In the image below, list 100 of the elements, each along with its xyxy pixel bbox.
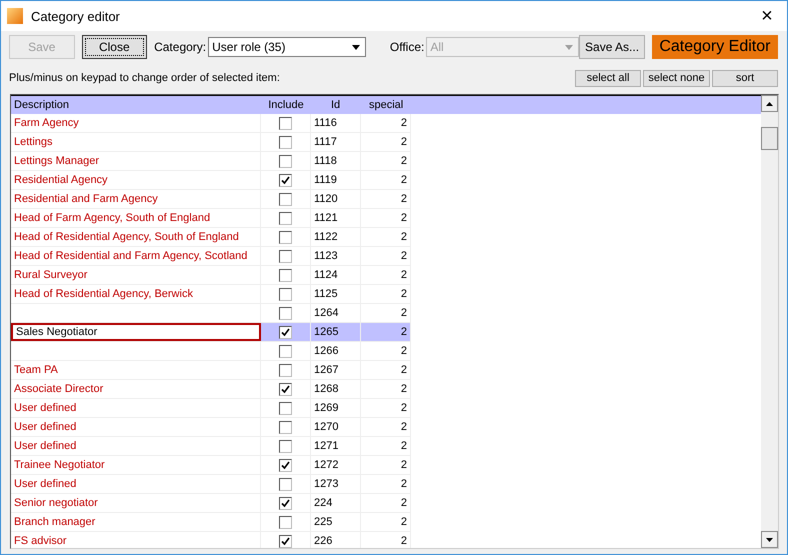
scroll-thumb[interactable] <box>761 127 778 150</box>
special-cell: 2 <box>361 171 411 189</box>
special-cell: 2 <box>361 323 411 341</box>
special-cell: 2 <box>361 532 411 548</box>
description-cell[interactable]: Head of Residential Agency, Berwick <box>11 285 261 303</box>
description-cell[interactable]: Lettings <box>11 133 261 151</box>
include-checkbox[interactable] <box>279 344 292 358</box>
scroll-up-icon[interactable] <box>761 95 778 112</box>
scroll-down-icon[interactable] <box>761 531 778 548</box>
id-cell: 1272 <box>311 456 361 474</box>
include-checkbox[interactable] <box>279 326 292 338</box>
description-cell[interactable]: User defined <box>11 399 261 417</box>
include-checkbox[interactable] <box>279 382 292 396</box>
include-checkbox[interactable] <box>279 212 292 224</box>
description-cell[interactable]: Head of Residential Agency, South of England <box>11 228 261 246</box>
special-cell: 2 <box>361 494 411 512</box>
include-checkbox[interactable] <box>279 174 292 186</box>
special-cell: 2 <box>361 475 411 493</box>
include-checkbox[interactable] <box>279 230 292 244</box>
description-cell[interactable]: Trainee Negotiator <box>11 456 261 474</box>
id-cell: 1271 <box>311 437 361 455</box>
include-checkbox[interactable] <box>279 516 292 528</box>
description-cell[interactable]: User defined <box>11 437 261 455</box>
description-cell[interactable]: Team PA <box>11 361 261 379</box>
description-cell[interactable]: User defined <box>11 418 261 436</box>
id-cell: 1120 <box>311 190 361 208</box>
include-checkbox[interactable] <box>279 250 292 262</box>
special-cell: 2 <box>361 209 411 227</box>
column-header[interactable]: Id <box>311 99 361 111</box>
include-checkbox[interactable] <box>279 116 292 130</box>
list-action-button[interactable]: sort <box>712 70 778 86</box>
include-checkbox[interactable] <box>279 458 292 472</box>
list-action-button[interactable]: select none <box>643 70 710 86</box>
include-checkbox[interactable] <box>279 306 292 320</box>
description-cell[interactable]: Residential Agency <box>11 171 261 189</box>
hint-text: Plus/minus on keypad to change order of selected item: <box>9 72 281 84</box>
special-cell: 2 <box>361 399 411 417</box>
description-cell[interactable]: Rural Surveyor <box>11 266 261 284</box>
id-cell: 1121 <box>311 209 361 227</box>
id-cell: 1265 <box>311 323 361 341</box>
description-cell[interactable]: FS advisor <box>11 532 261 548</box>
save-as-button[interactable]: Save As... <box>579 35 645 59</box>
special-cell: 2 <box>361 342 411 360</box>
close-button[interactable]: Close <box>82 35 148 59</box>
column-header[interactable]: special <box>361 99 411 111</box>
include-checkbox[interactable] <box>279 364 292 376</box>
description-cell[interactable]: Head of Farm Agency, South of England <box>11 209 261 227</box>
id-cell: 1125 <box>311 285 361 303</box>
include-checkbox[interactable] <box>279 496 292 510</box>
id-cell: 1273 <box>311 475 361 493</box>
id-cell: 1266 <box>311 342 361 360</box>
include-checkbox[interactable] <box>279 136 292 148</box>
id-cell: 1264 <box>311 304 361 322</box>
include-checkbox[interactable] <box>279 192 292 206</box>
special-cell: 2 <box>361 285 411 303</box>
category-dropdown[interactable]: User role (35) <box>208 37 366 57</box>
description-cell[interactable]: Farm Agency <box>11 114 261 132</box>
id-cell: 1119 <box>311 171 361 189</box>
id-cell: 1117 <box>311 133 361 151</box>
description-cell[interactable]: Associate Director <box>11 380 261 398</box>
special-cell: 2 <box>361 247 411 265</box>
column-header[interactable]: Description <box>11 99 261 111</box>
office-label: Office: <box>390 40 424 54</box>
description-cell[interactable]: Head of Residential and Farm Agency, Scotland <box>11 247 261 265</box>
include-checkbox[interactable] <box>279 154 292 168</box>
category-label: Category: <box>154 40 206 54</box>
id-cell: 1122 <box>311 228 361 246</box>
description-cell[interactable]: Residential and Farm Agency <box>11 190 261 208</box>
special-cell: 2 <box>361 304 411 322</box>
id-cell: 1270 <box>311 418 361 436</box>
description-cell[interactable]: Branch manager <box>11 513 261 531</box>
special-cell: 2 <box>361 190 411 208</box>
include-checkbox[interactable] <box>279 268 292 282</box>
id-cell: 225 <box>311 513 361 531</box>
description-cell[interactable]: Lettings Manager <box>11 152 261 170</box>
id-cell: 1118 <box>311 152 361 170</box>
column-header[interactable]: Include <box>261 99 311 111</box>
id-cell: 224 <box>311 494 361 512</box>
close-button[interactable]: × <box>747 1 787 31</box>
id-cell: 1116 <box>311 114 361 132</box>
description-cell[interactable]: Sales Negotiator <box>11 323 261 341</box>
special-cell: 2 <box>361 152 411 170</box>
special-cell: 2 <box>361 361 411 379</box>
include-checkbox[interactable] <box>279 440 292 452</box>
list-action-button[interactable]: select all <box>575 70 641 86</box>
special-cell: 2 <box>361 380 411 398</box>
include-checkbox[interactable] <box>279 420 292 434</box>
include-checkbox[interactable] <box>279 534 292 548</box>
id-cell: 1123 <box>311 247 361 265</box>
special-cell: 2 <box>361 228 411 246</box>
special-cell: 2 <box>361 133 411 151</box>
description-cell[interactable]: Senior negotiator <box>11 494 261 512</box>
description-cell[interactable]: User defined <box>11 475 261 493</box>
id-cell: 226 <box>311 532 361 548</box>
id-cell: 1267 <box>311 361 361 379</box>
include-checkbox[interactable] <box>279 402 292 414</box>
special-cell: 2 <box>361 114 411 132</box>
include-checkbox[interactable] <box>279 478 292 490</box>
include-checkbox[interactable] <box>279 288 292 300</box>
special-cell: 2 <box>361 266 411 284</box>
